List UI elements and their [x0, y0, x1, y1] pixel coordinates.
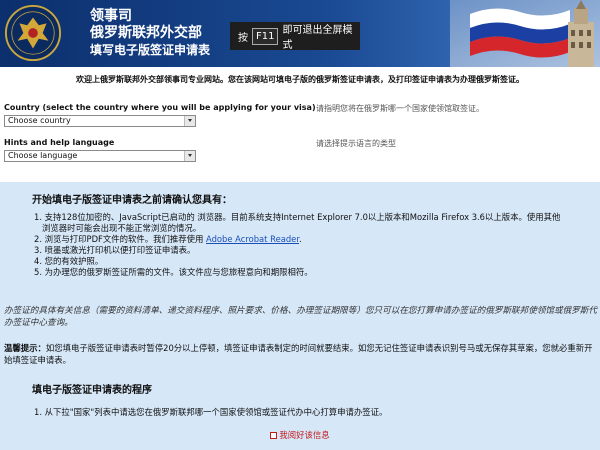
country-select-value: Choose country: [8, 116, 71, 125]
fullscreen-notice: 按 F11 即可退出全屏模式: [230, 22, 360, 51]
requirements-list: 1. 支持128位加密的、JavaScript已启动的 浏览器。目前系统支持In…: [34, 212, 594, 278]
procedure-step-1: 1. 从下拉"国家"列表中请选您在俄罗斯联邦哪一个国家使领馆或签证代办中心打算申…: [34, 407, 388, 417]
country-select[interactable]: Choose country: [4, 115, 196, 127]
acknowledge-checkbox[interactable]: [270, 431, 278, 439]
visa-info-note: 办签证的具体有关信息（需要的资料清单、递交资料程序、照片要求、价格、办理签证期限…: [4, 306, 597, 328]
req3-text: 3. 喷墨或激光打印机以便打印签证申请表。: [34, 245, 196, 255]
language-select-value: Choose language: [8, 151, 78, 160]
req1-line1: 1. 支持128位加密的、JavaScript已启动的 浏览器。目前系统支持In…: [34, 212, 561, 222]
f11-key: F11: [252, 27, 279, 45]
list-item: 2. 浏览与打印PDF文件的软件。我们推荐使用 Adobe Acrobat Re…: [34, 234, 594, 245]
procedure-heading: 填电子版签证申请表的程序: [32, 385, 152, 396]
site-header: 领事司 俄罗斯联邦外交部 填写电子版签证申请表 按 F11 即可退出全屏模式: [0, 0, 600, 67]
country-label: Country (select the country where you wi…: [4, 103, 316, 112]
req1-line2: 浏览器时可能会出现不能正常浏览的情况。: [42, 223, 202, 233]
title-line-3: 填写电子版签证申请表: [90, 43, 211, 57]
requirements-heading: 开始填电子版签证申请表之前请确认您具有：: [32, 195, 232, 206]
warning-text: 如您填电子版签证申请表时暂停20分以上停顿，填签证申请表制定的时间就要结束。如您…: [4, 343, 593, 365]
timeout-warning: 温馨提示：如您填电子版签证申请表时暂停20分以上停顿，填签证申请表制定的时间就要…: [4, 342, 598, 366]
language-select[interactable]: Choose language: [4, 150, 196, 162]
acknowledge-label[interactable]: 我阅好该信息: [279, 429, 329, 441]
title-line-2: 俄罗斯联邦外交部: [90, 25, 202, 41]
warning-label: 温馨提示：: [4, 343, 46, 353]
fullscreen-suffix: 即可退出全屏模式: [282, 25, 353, 51]
list-item: 1. 支持128位加密的、JavaScript已启动的 浏览器。目前系统支持In…: [34, 212, 594, 223]
list-item: 浏览器时可能会出现不能正常浏览的情况。: [34, 223, 594, 234]
title-line-1: 领事司: [90, 8, 132, 24]
language-hint: 请选择提示语言的类型: [316, 139, 396, 148]
language-label: Hints and help language: [4, 138, 115, 147]
acknowledge-row[interactable]: 我阅好该信息: [0, 429, 600, 441]
chevron-down-icon: [184, 151, 195, 161]
list-item: 3. 喷墨或激光打印机以便打印签证申请表。: [34, 245, 594, 256]
list-item: 4. 您的有效护照。: [34, 256, 594, 267]
fullscreen-prefix: 按: [238, 32, 248, 44]
req5-text: 5. 为办理您的俄罗斯签证所需的文件。该文件应与您旅程意向和期限相符。: [34, 267, 313, 277]
req2-text: 2. 浏览与打印PDF文件的软件。我们推荐使用: [34, 234, 204, 244]
acrobat-reader-link[interactable]: Adobe Acrobat Reader: [206, 234, 299, 244]
chevron-down-icon: [184, 116, 195, 126]
emblem-logo-icon: [4, 4, 62, 62]
site-title: 领事司 俄罗斯联邦外交部 填写电子版签证申请表: [90, 8, 210, 58]
list-item: 5. 为办理您的俄罗斯签证所需的文件。该文件应与您旅程意向和期限相符。: [34, 267, 594, 278]
country-hint: 请指明您将在俄罗斯哪一个国家使领馆取签证。: [316, 104, 484, 113]
flag-building-banner-icon: [450, 0, 600, 67]
req2-suffix: .: [299, 234, 302, 244]
intro-text: 欢迎上俄罗斯联邦外交部领事司专业网站。您在该网站可填电子版的俄罗斯签证申请表，及…: [76, 75, 524, 84]
req4-text: 4. 您的有效护照。: [34, 256, 104, 266]
info-panel: 开始填电子版签证申请表之前请确认您具有： 1. 支持128位加密的、JavaSc…: [0, 182, 600, 450]
